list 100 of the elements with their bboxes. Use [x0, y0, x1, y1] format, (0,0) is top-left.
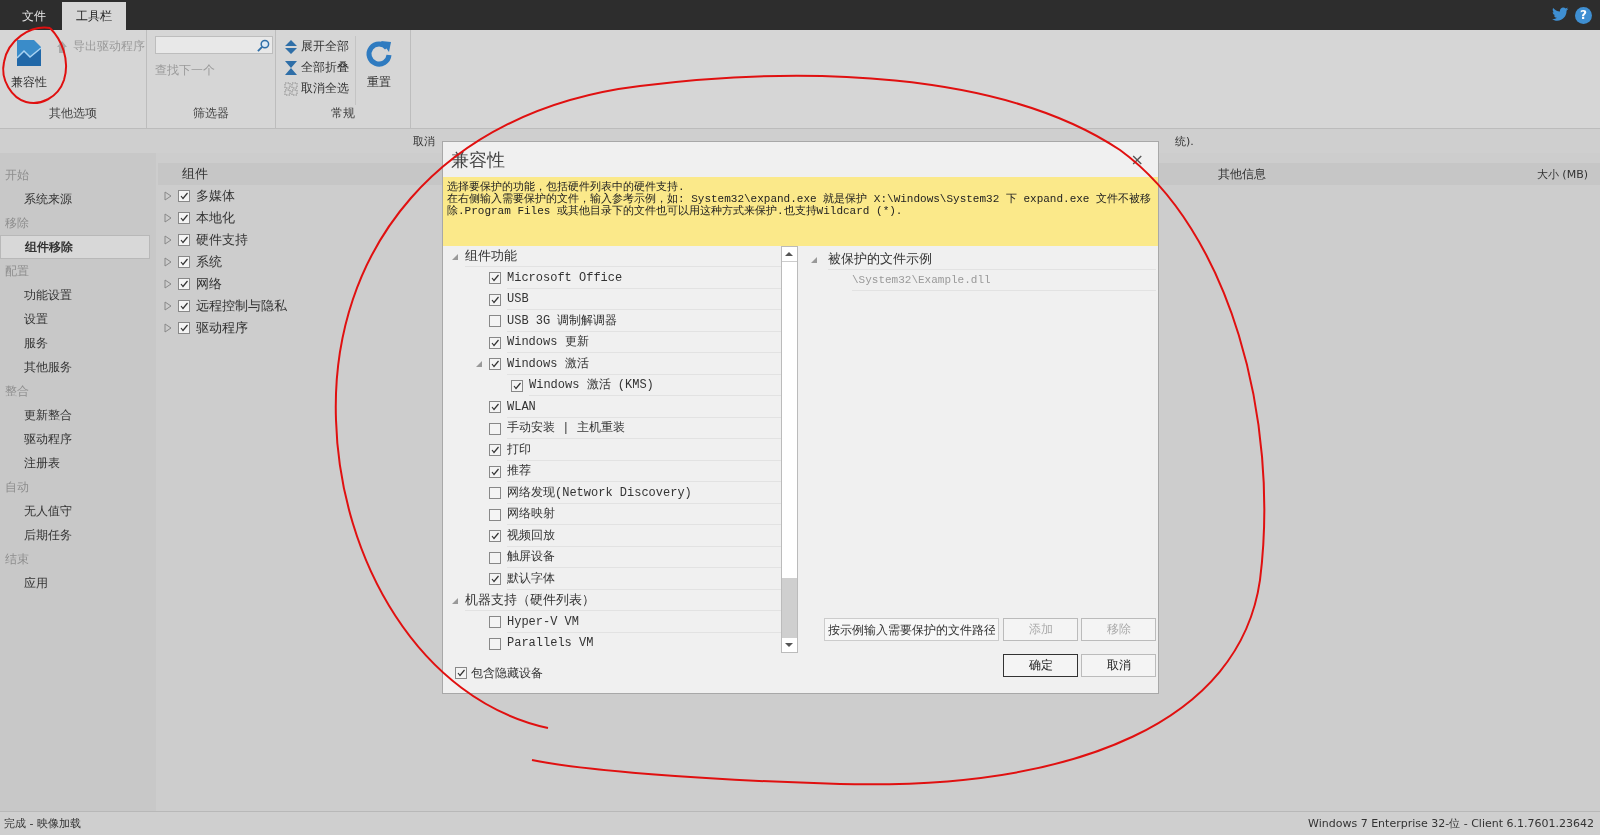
sidebar-item[interactable]: 后期任务 — [0, 523, 150, 547]
sidebar-item[interactable]: 更新整合 — [0, 403, 150, 427]
column-header[interactable]: 组件 — [182, 165, 208, 183]
list-item[interactable]: USB 3G 调制解调器 — [507, 310, 781, 332]
search-field[interactable] — [155, 36, 273, 54]
scrollbar[interactable] — [781, 246, 798, 653]
table-cell: 网络 — [196, 275, 222, 293]
deselect-all-button[interactable]: 取消全选 — [284, 78, 349, 99]
sidebar-item[interactable]: 系统来源 — [0, 187, 150, 211]
bird-icon[interactable] — [1552, 6, 1569, 22]
checkbox[interactable] — [489, 401, 501, 414]
checkbox[interactable] — [455, 667, 467, 679]
sidebar-section-title: 开始 — [4, 167, 30, 184]
dashed-grid-icon — [284, 81, 298, 96]
banner-text: 在右侧输入需要保护的文件，输入参考示例，如: System32\expand.exe 就是保护 X:\Windows\System32 下 expand.exe 文件不被移除.Program Files 或其他目录下的文件也可以用这种方式来保护.也支持Wildcard (*). — [447, 193, 1153, 217]
checkbox[interactable] — [489, 616, 501, 629]
table-cell: 驱动程序 — [196, 319, 248, 337]
checkbox[interactable] — [489, 358, 501, 371]
path-input-field[interactable]: 按示例输入需要保护的文件路径 — [824, 618, 999, 641]
status-text: 完成 - 映像加载 — [4, 816, 81, 831]
group-label: 常规 — [330, 105, 356, 122]
list-item[interactable]: Windows 更新 — [507, 332, 781, 354]
menu-tab[interactable]: 工具栏 — [62, 2, 126, 30]
checkbox[interactable] — [489, 336, 501, 349]
list-item[interactable]: Windows 激活 — [507, 353, 781, 375]
expander-icon[interactable] — [451, 596, 459, 605]
checkbox[interactable] — [178, 300, 190, 312]
checkbox[interactable] — [489, 530, 501, 543]
list-item[interactable]: 打印 — [507, 439, 781, 461]
notice-text: 取消 — [413, 133, 435, 149]
cancel-button[interactable]: 取消 — [1081, 654, 1156, 677]
expand-all-button[interactable]: 展开全部 — [284, 36, 349, 57]
table-cell: 远程控制与隐私 — [196, 297, 287, 315]
collapse-icon — [284, 60, 298, 75]
sidebar-item[interactable]: 服务 — [0, 331, 150, 355]
refresh-icon — [365, 38, 393, 68]
checkbox[interactable] — [178, 234, 190, 246]
list-item[interactable]: WLAN — [507, 396, 781, 418]
ok-button[interactable]: 确定 — [1003, 654, 1078, 677]
notice-text: 统). — [1175, 133, 1194, 149]
checkbox[interactable] — [489, 315, 501, 328]
checkbox[interactable] — [489, 508, 501, 521]
column-header[interactable]: 其他信息 — [1218, 165, 1266, 183]
close-button[interactable]: × — [1130, 150, 1144, 169]
list-item[interactable]: USB — [507, 289, 781, 311]
expander-icon[interactable] — [451, 252, 459, 261]
search-icon[interactable] — [257, 38, 270, 52]
sidebar-item[interactable]: 设置 — [0, 307, 150, 331]
sidebar-item[interactable]: 注册表 — [0, 451, 150, 475]
checkbox[interactable] — [511, 379, 523, 392]
column-header[interactable]: 大小 (MB) — [1536, 166, 1588, 182]
list-item[interactable]: Microsoft Office — [507, 267, 781, 289]
status-text: Windows 7 Enterprise 32-位 - Client 6.1.7601.23642 — [1308, 816, 1594, 831]
checkbox[interactable] — [489, 272, 501, 285]
checkbox[interactable] — [489, 551, 501, 564]
list-item[interactable]: Windows 激活 (KMS) — [529, 375, 781, 397]
list-item[interactable]: 视频回放 — [507, 525, 781, 547]
expander-icon[interactable] — [810, 255, 818, 264]
sidebar-item[interactable]: 应用 — [0, 571, 150, 595]
list-item[interactable]: 默认字体 — [507, 568, 781, 590]
expander-icon[interactable] — [475, 360, 483, 369]
group-heading: 机器支持（硬件列表） — [465, 590, 781, 612]
sidebar-item[interactable]: 其他服务 — [0, 355, 150, 379]
checkbox[interactable] — [178, 256, 190, 268]
sidebar-item[interactable]: 组件移除 — [0, 235, 150, 259]
checkbox[interactable] — [489, 444, 501, 457]
list-item[interactable]: 触屏设备 — [507, 547, 781, 569]
table-cell: 多媒体 — [196, 187, 235, 205]
sidebar-section-title: 移除 — [4, 215, 30, 232]
sidebar-item[interactable]: 无人值守 — [0, 499, 150, 523]
checkbox-label[interactable]: 包含隐藏设备 — [471, 664, 543, 682]
sidebar-item[interactable]: 驱动程序 — [0, 427, 150, 451]
checkbox[interactable] — [178, 212, 190, 224]
checkbox[interactable] — [178, 322, 190, 334]
banner-text: 选择要保护的功能，包括硬件列表中的硬件支持. — [447, 181, 686, 193]
group-label: 筛选器 — [192, 105, 230, 122]
sidebar-item[interactable]: 功能设置 — [0, 283, 150, 307]
checkbox[interactable] — [489, 422, 501, 435]
list-item[interactable]: 手动安装 | 主机重装 — [507, 418, 781, 440]
list-item[interactable]: 网络发现(Network Discovery) — [507, 482, 781, 504]
chart-document-icon — [15, 38, 43, 68]
group-heading: 组件功能 — [465, 246, 781, 268]
checkbox[interactable] — [489, 573, 501, 586]
group-heading: 被保护的文件示例 — [828, 249, 1156, 270]
collapse-all-button[interactable]: 全部折叠 — [284, 57, 349, 78]
group-label: 其他选项 — [48, 105, 98, 122]
checkbox[interactable] — [489, 637, 501, 650]
checkbox[interactable] — [489, 465, 501, 478]
checkbox[interactable] — [178, 278, 190, 290]
list-item[interactable]: 网络映射 — [507, 504, 781, 526]
menu-tab[interactable]: 文件 — [8, 2, 60, 30]
checkbox[interactable] — [489, 293, 501, 306]
reset-button[interactable]: 重置 — [362, 36, 396, 105]
expand-icon — [284, 39, 298, 54]
list-item[interactable]: Hyper-V VM — [507, 611, 781, 633]
up-arrow-icon — [56, 39, 70, 54]
list-item[interactable]: 推荐 — [507, 461, 781, 483]
checkbox[interactable] — [489, 487, 501, 500]
compatibility-button[interactable]: 兼容性 — [8, 36, 50, 105]
checkbox[interactable] — [178, 190, 190, 202]
